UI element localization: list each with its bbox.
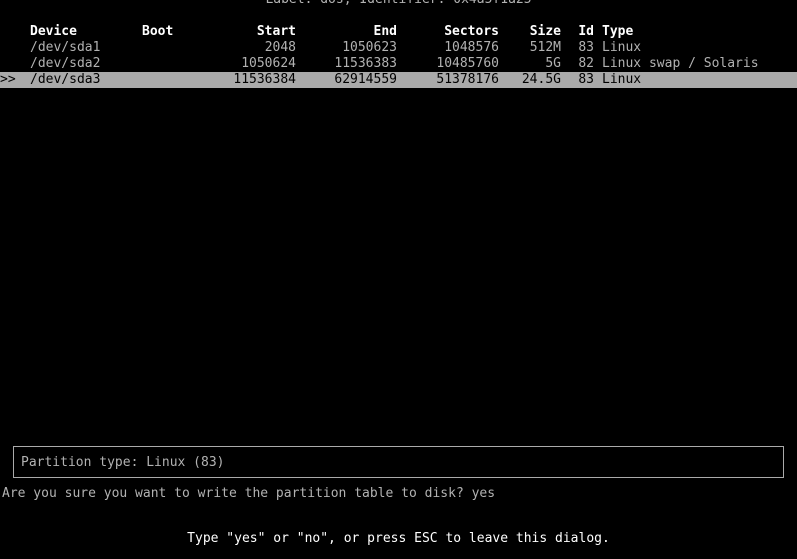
header-start: Start [256, 24, 296, 39]
partition-table-header-row: Device Boot Start End Sectors Size Id Ty… [0, 24, 797, 40]
row-id: 83 [578, 40, 594, 55]
header-size: Size [529, 24, 561, 39]
row-end: 1050623 [342, 40, 397, 55]
row-size: 512M [529, 40, 561, 55]
row-start: 11536384 [233, 72, 296, 87]
disk-label-identifier-line: Label: dos, Identifier: 0x4a5f1a25 [0, 0, 797, 6]
header-end: End [373, 24, 397, 39]
header-type: Type [602, 24, 634, 39]
row-size: 5G [545, 56, 561, 71]
partition-table: Device Boot Start End Sectors Size Id Ty… [0, 24, 797, 88]
row-selection-marker: >> [0, 72, 16, 87]
table-row[interactable]: /dev/sda2 1050624 11536383 10485760 5G 8… [0, 56, 797, 72]
table-row-selected[interactable]: >> /dev/sda3 11536384 62914559 51378176 … [0, 72, 797, 88]
table-row[interactable]: /dev/sda1 2048 1050623 1048576 512M 83 L… [0, 40, 797, 56]
partition-type-info-text: Partition type: Linux (83) [21, 455, 225, 470]
row-type: Linux swap / Solaris [602, 56, 759, 71]
row-id: 83 [578, 72, 594, 87]
row-id: 82 [578, 56, 594, 71]
header-device: Device [30, 24, 77, 39]
dialog-hint-text: Type "yes" or "no", or press ESC to leav… [187, 531, 610, 546]
row-device: /dev/sda2 [30, 56, 101, 71]
row-type: Linux [602, 40, 642, 55]
row-sectors: 10485760 [436, 56, 499, 71]
row-sectors: 51378176 [436, 72, 499, 87]
row-device: /dev/sda1 [30, 40, 101, 55]
header-id: Id [578, 24, 594, 39]
row-device: /dev/sda3 [30, 72, 101, 87]
row-end: 11536383 [334, 56, 397, 71]
row-size: 24.5G [521, 72, 561, 87]
row-start: 1050624 [241, 56, 296, 71]
header-boot: Boot [142, 24, 174, 39]
row-type: Linux [602, 72, 642, 87]
partition-type-info-box: Partition type: Linux (83) [13, 446, 784, 478]
row-sectors: 1048576 [444, 40, 499, 55]
write-confirmation-prompt[interactable]: Are you sure you want to write the parti… [2, 486, 495, 502]
cfdisk-terminal-screen: Label: dos, Identifier: 0x4a5f1a25 Devic… [0, 0, 797, 559]
row-end: 62914559 [334, 72, 397, 87]
header-sectors: Sectors [444, 24, 499, 39]
row-start: 2048 [264, 40, 296, 55]
